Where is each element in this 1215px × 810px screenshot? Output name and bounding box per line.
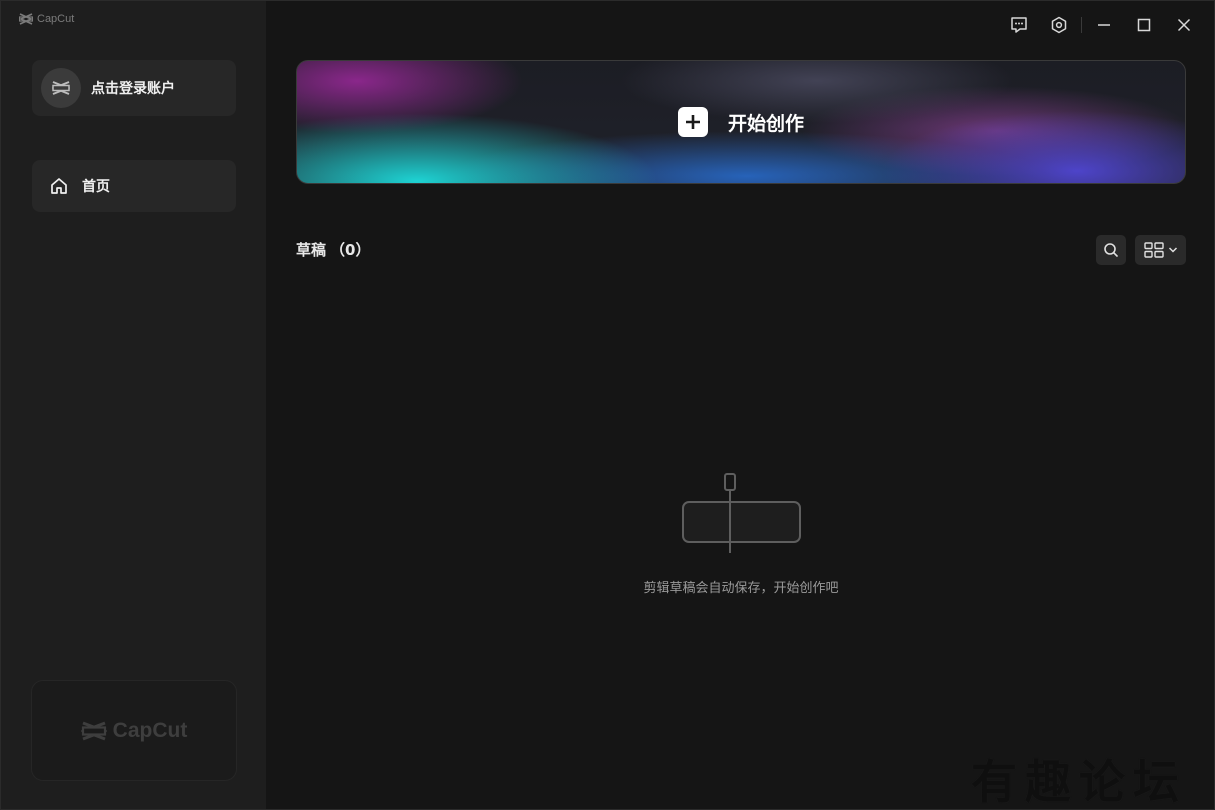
close-icon bbox=[1177, 18, 1191, 32]
titlebar-controls bbox=[999, 11, 1204, 39]
app-brand-label: CapCut bbox=[37, 13, 75, 25]
capcut-logo-icon bbox=[80, 721, 107, 740]
chevron-down-icon bbox=[1168, 247, 1177, 253]
login-label: 点击登录账户 bbox=[91, 81, 175, 97]
settings-icon bbox=[1051, 16, 1067, 34]
drafts-count: （0） bbox=[330, 241, 371, 259]
login-button[interactable]: 点击登录账户 bbox=[32, 60, 236, 116]
avatar bbox=[41, 68, 81, 108]
settings-button[interactable] bbox=[1039, 11, 1079, 39]
app-brand: CapCut bbox=[19, 13, 74, 25]
empty-drafts-message: 剪辑草稿会自动保存，开始创作吧 bbox=[643, 581, 839, 596]
start-create-label: 开始创作 bbox=[727, 112, 804, 135]
empty-drafts-illustration bbox=[681, 471, 803, 559]
plus-icon bbox=[677, 107, 708, 137]
search-drafts-button[interactable] bbox=[1096, 235, 1126, 265]
feedback-button[interactable] bbox=[999, 11, 1039, 39]
watermark: 有趣论坛 bbox=[971, 755, 1187, 809]
sidebar: CapCut 点击登录账户 首页 CapCut bbox=[1, 1, 266, 809]
drafts-title: 草稿 bbox=[296, 241, 327, 259]
home-icon bbox=[51, 178, 67, 194]
minimize-button[interactable] bbox=[1084, 11, 1124, 39]
search-icon bbox=[1104, 243, 1118, 257]
grid-view-icon bbox=[1143, 242, 1164, 258]
timeline-cursor-icon bbox=[682, 473, 801, 553]
titlebar-separator bbox=[1081, 17, 1082, 33]
app-window: CapCut 点击登录账户 首页 CapCut 开始创作 草稿 （0） 剪辑草稿… bbox=[0, 0, 1215, 810]
drafts-header: 草稿 （0） bbox=[296, 239, 370, 260]
minimize-icon bbox=[1098, 24, 1110, 26]
close-button[interactable] bbox=[1164, 11, 1204, 39]
start-create-content: 开始创作 bbox=[297, 61, 1185, 183]
brand-card: CapCut bbox=[31, 680, 237, 781]
sidebar-item-home[interactable]: 首页 bbox=[32, 160, 236, 212]
capcut-logo-icon bbox=[52, 81, 70, 95]
start-create-button[interactable]: 开始创作 bbox=[296, 60, 1186, 184]
sidebar-item-label: 首页 bbox=[82, 179, 110, 195]
capcut-logo-icon bbox=[19, 13, 33, 25]
feedback-icon bbox=[1011, 17, 1027, 33]
brand-card-label: CapCut bbox=[112, 718, 188, 742]
maximize-icon bbox=[1137, 18, 1151, 32]
maximize-button[interactable] bbox=[1124, 11, 1164, 39]
view-mode-dropdown[interactable] bbox=[1135, 235, 1186, 265]
